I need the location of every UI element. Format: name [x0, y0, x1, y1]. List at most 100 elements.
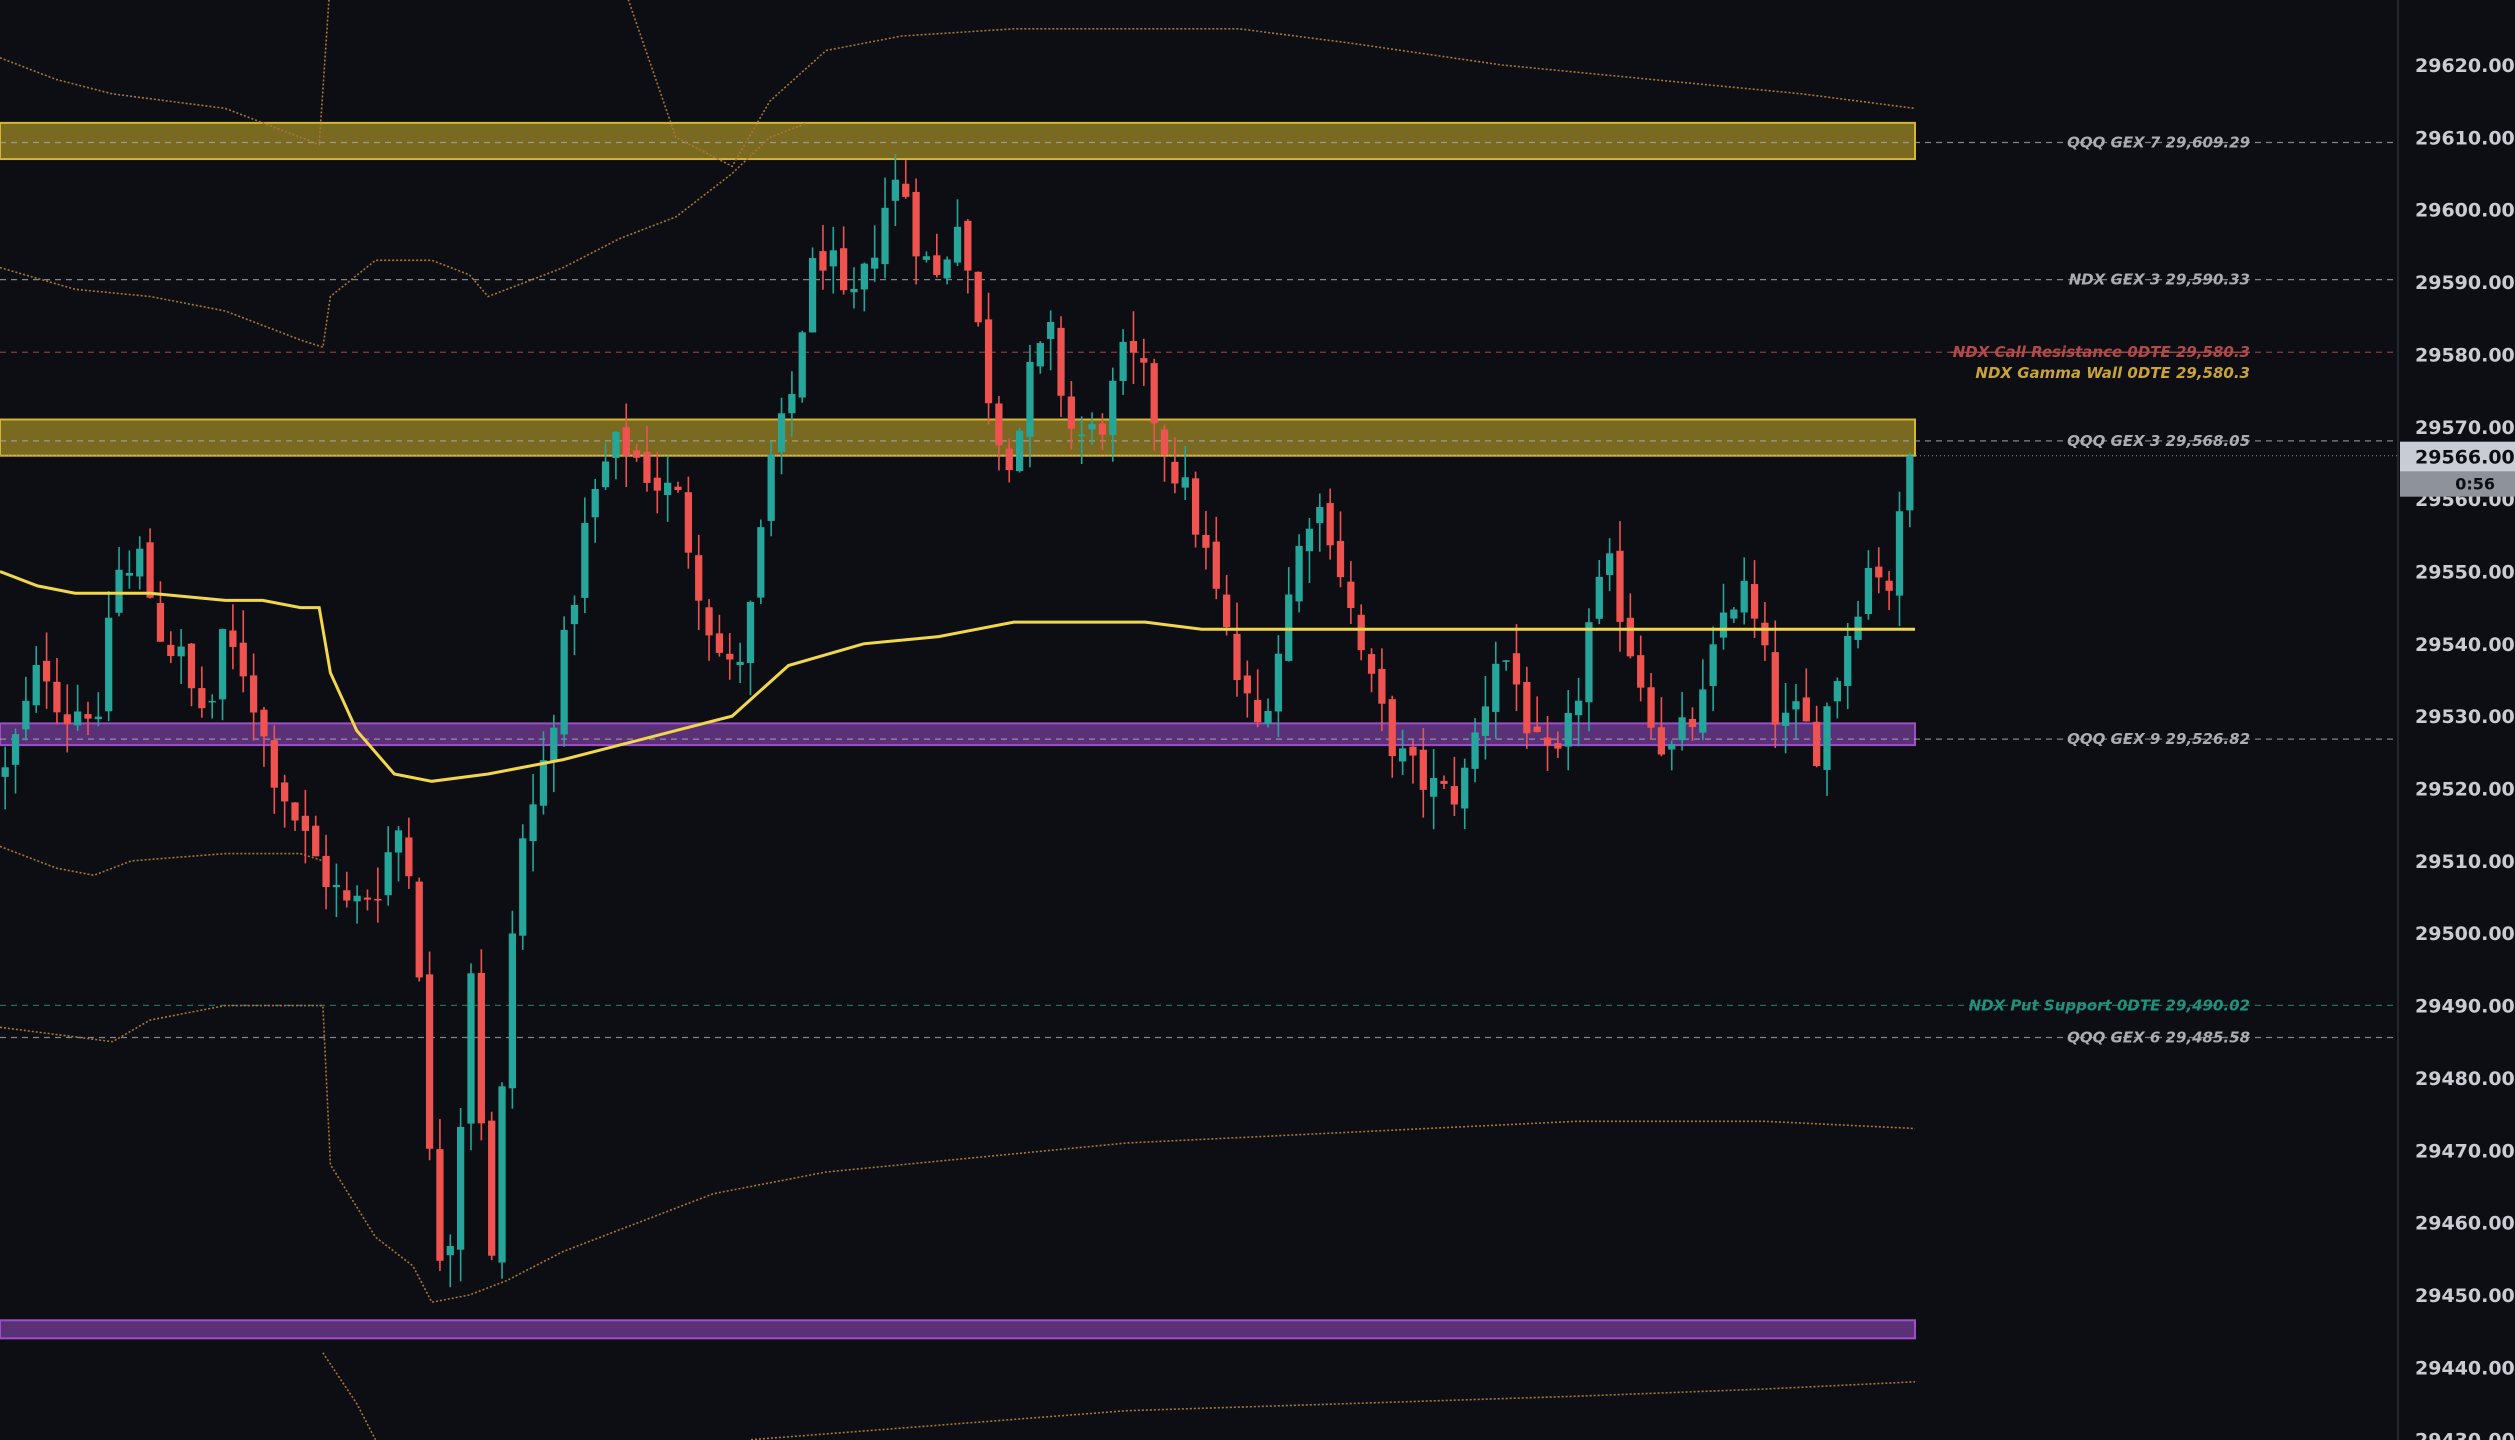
candle-body — [198, 688, 206, 709]
candle-body — [539, 760, 548, 806]
candle-body — [1523, 682, 1531, 734]
candle-body — [1212, 541, 1220, 589]
candle-body — [384, 852, 392, 896]
candle-body — [477, 972, 485, 1124]
candle-body — [1813, 721, 1821, 767]
candle-body — [519, 838, 527, 936]
candle-body — [829, 250, 837, 267]
candle-body — [1026, 361, 1034, 437]
y-tick-label: 29530.00 — [2415, 706, 2515, 728]
candle-body — [405, 837, 413, 877]
candle-body — [933, 255, 941, 275]
candle-body — [881, 207, 889, 265]
candle-body — [757, 527, 765, 598]
candle-body — [1264, 711, 1272, 724]
candle-body — [249, 675, 258, 713]
band-4 — [0, 1004, 1916, 1304]
candle-body — [63, 714, 71, 725]
candle-body — [1078, 434, 1086, 437]
candle-body — [1388, 699, 1396, 757]
candle-body — [715, 633, 724, 653]
candle-body — [291, 802, 299, 821]
chart-root: QQQ GEX 7 29,609.29 NDX GEX 3 29,590.33 ND… — [0, 0, 2515, 1440]
candle-body — [591, 488, 599, 518]
candle-body — [1668, 743, 1676, 750]
candle-body — [601, 461, 610, 488]
candle-body — [229, 630, 237, 647]
candle-body — [218, 629, 227, 700]
candle-body — [1088, 424, 1096, 430]
candle-body — [156, 603, 165, 642]
candle-body — [1740, 580, 1748, 613]
candle-body — [1564, 712, 1572, 747]
price-chart[interactable]: QQQ GEX 7 29,609.29 NDX GEX 3 29,590.33 ND… — [0, 0, 2515, 1440]
y-tick-label: 29570.00 — [2415, 417, 2515, 439]
candle-body — [498, 1086, 506, 1263]
candle-body — [1833, 681, 1841, 702]
candle-body — [840, 248, 848, 291]
y-tick-label: 29520.00 — [2415, 779, 2515, 801]
candle-body — [187, 643, 196, 689]
candle-body — [1554, 743, 1562, 749]
y-tick-label: 29450.00 — [2415, 1285, 2515, 1307]
candle-body — [260, 709, 268, 737]
candle-body — [922, 256, 931, 260]
candle-body — [1336, 541, 1345, 578]
candle-body — [74, 711, 82, 726]
candle-body — [777, 413, 786, 452]
candle-body — [1274, 653, 1283, 712]
candle-body — [1285, 594, 1293, 661]
level-label-0: QQQ GEX 7 29,609.29 — [2067, 133, 2250, 151]
candle-body — [891, 179, 900, 201]
level-label-5: QQQ GEX 9 29,526.82 — [2067, 730, 2250, 748]
candle-body — [1316, 507, 1324, 524]
candle-body — [1243, 675, 1251, 694]
candle-body — [1647, 687, 1655, 728]
candle-body — [1719, 612, 1728, 638]
candle-body — [622, 427, 630, 457]
candle-body — [1233, 633, 1241, 681]
y-tick-label: 29600.00 — [2415, 200, 2515, 222]
y-tick-label: 29590.00 — [2415, 272, 2515, 294]
candle-body — [1637, 655, 1645, 688]
candle-body — [53, 681, 61, 713]
candle-body — [1502, 660, 1510, 662]
candle-body — [581, 522, 589, 598]
candle-body — [643, 451, 651, 483]
candle-body — [1885, 580, 1893, 591]
candle-body — [1140, 358, 1148, 363]
candle-body — [1409, 746, 1417, 756]
candle-body — [964, 220, 972, 271]
candle-body — [570, 604, 579, 625]
candle-body — [1150, 363, 1158, 424]
candle-body — [312, 825, 320, 857]
candle-body — [788, 394, 796, 414]
level-label-1: NDX GEX 3 29,590.33 — [2069, 271, 2250, 289]
candle-body — [1595, 576, 1603, 619]
candle-body — [943, 259, 951, 279]
band-3 — [0, 845, 324, 877]
candle-body — [1471, 732, 1479, 769]
zone-2 — [0, 722, 1916, 747]
candle-body — [1005, 448, 1013, 471]
candle-body — [1440, 780, 1448, 784]
candle-body — [984, 319, 993, 404]
candle-body — [860, 263, 868, 290]
y-tick-label: 29510.00 — [2415, 851, 2515, 873]
candle-body — [850, 288, 858, 293]
candle-body — [767, 454, 775, 521]
candle-body — [1326, 503, 1334, 546]
candle-body — [1171, 461, 1179, 484]
candle-body — [1109, 380, 1117, 435]
candle-body — [1295, 545, 1303, 602]
candle-body — [1802, 697, 1810, 722]
candle-body — [436, 1149, 444, 1261]
candle-body — [726, 653, 734, 660]
candle-body — [1699, 689, 1707, 733]
candle-body — [1512, 653, 1521, 685]
candle-body — [1492, 663, 1500, 712]
candle-body — [1875, 566, 1883, 578]
candle-body — [11, 734, 20, 765]
candle-body — [446, 1246, 454, 1256]
candle-body — [871, 257, 879, 269]
